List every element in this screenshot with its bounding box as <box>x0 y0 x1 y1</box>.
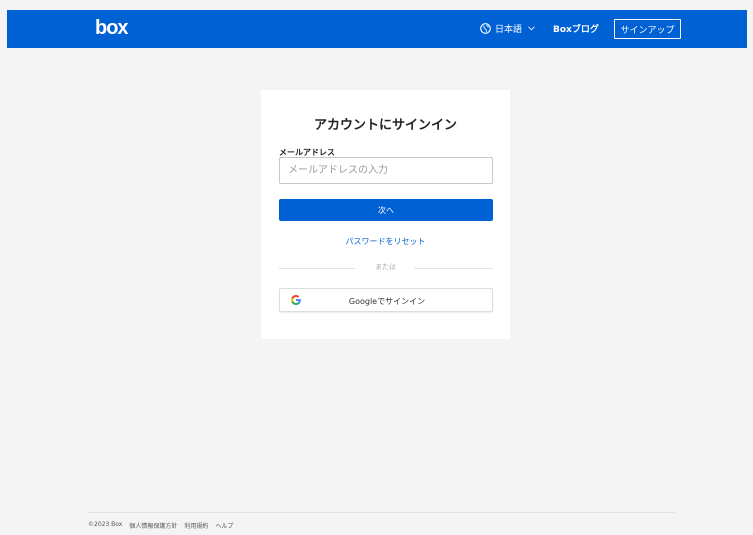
divider-right <box>414 268 493 269</box>
google-signin-button[interactable]: Googleでサインイン <box>279 288 493 312</box>
signin-card: アカウントにサインイン メールアドレス 次へ パスワードをリセット または Go… <box>261 90 510 339</box>
box-logo[interactable]: box <box>95 17 129 40</box>
signup-button[interactable]: サインアップ <box>614 19 681 39</box>
email-input[interactable] <box>279 157 493 184</box>
language-label: 日本語 <box>495 25 523 35</box>
globe-icon <box>480 23 491 34</box>
language-selector[interactable]: 日本語 <box>480 22 535 35</box>
signin-title: アカウントにサインイン <box>313 118 457 133</box>
page: box 日本語 Boxブログ サインアップ アカウントにサインイン メールアドレ… <box>0 0 753 535</box>
copyright-text: ©2023 Box <box>88 521 123 528</box>
footer: ©2023 Box 個人情報保護方針 利用規約 ヘルプ <box>88 521 233 530</box>
google-signin-label: Googleでサインイン <box>348 297 426 306</box>
reset-password-link[interactable]: パスワードをリセット <box>261 236 510 247</box>
footer-divider <box>88 512 675 513</box>
terms-link[interactable]: 利用規約 <box>184 521 208 530</box>
box-blog-link[interactable]: Boxブログ <box>553 22 599 35</box>
top-header: box 日本語 Boxブログ サインアップ <box>7 10 747 48</box>
privacy-policy-link[interactable]: 個人情報保護方針 <box>129 521 177 530</box>
help-link[interactable]: ヘルプ <box>215 521 233 530</box>
or-divider-text: または <box>375 263 396 271</box>
next-button[interactable]: 次へ <box>279 199 493 221</box>
chevron-down-icon <box>528 26 535 31</box>
